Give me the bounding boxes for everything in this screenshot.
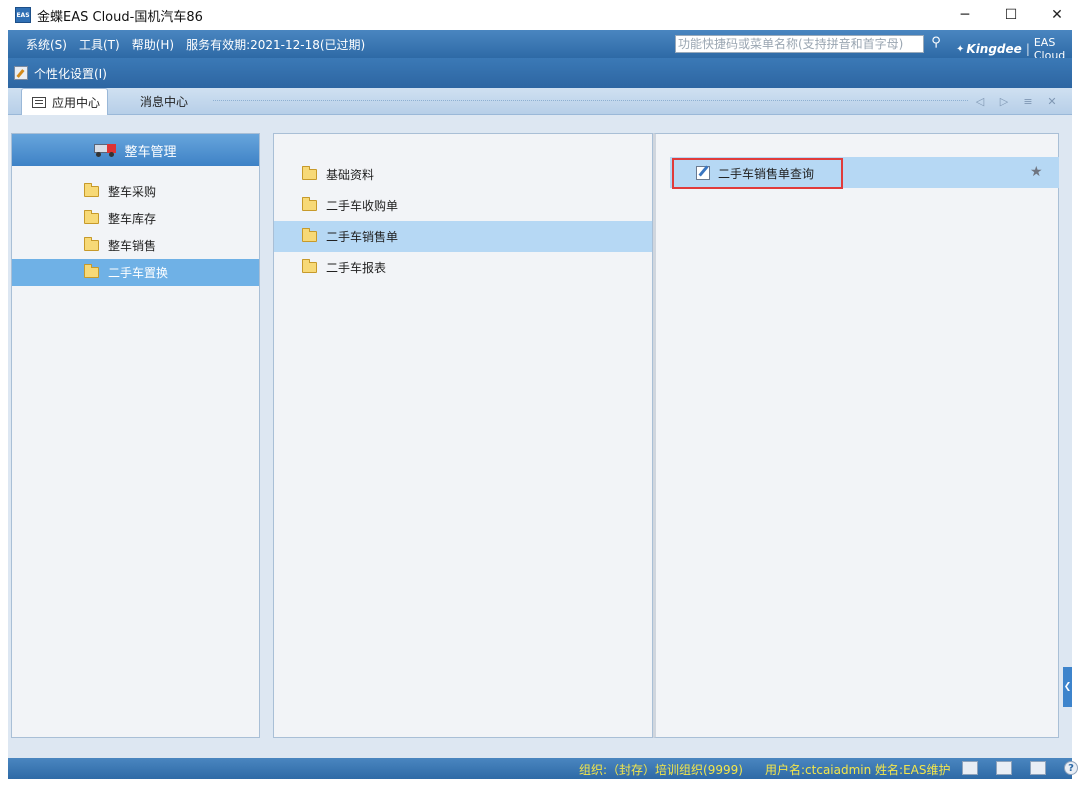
submodule-panel: 基础资料 二手车收购单 二手车销售单 二手车报表 — [273, 133, 653, 738]
window-bottom-border — [0, 779, 1080, 786]
personalize-settings-link[interactable]: 个性化设置(I) — [34, 65, 107, 82]
service-validity: 服务有效期:2021-12-18(已过期) — [186, 37, 366, 52]
submodule-item-used-car-purchase[interactable]: 二手车收购单 — [274, 190, 652, 221]
truck-icon — [94, 143, 117, 157]
submodule-item-label: 二手车报表 — [326, 261, 387, 275]
submodule-item-label: 二手车收购单 — [326, 199, 399, 213]
brand-separator: | — [1025, 42, 1030, 56]
module-item-label: 整车库存 — [108, 212, 157, 226]
menu-tools[interactable]: 工具(T) — [79, 36, 120, 53]
function-item-label: 二手车销售单查询 — [718, 166, 815, 181]
module-header[interactable]: 整车管理 — [12, 134, 259, 166]
function-panel: 二手车销售单查询 ★ — [653, 133, 1059, 738]
submodule-item-used-car-report[interactable]: 二手车报表 — [274, 252, 652, 283]
function-item-used-car-sales-query[interactable]: 二手车销售单查询 — [696, 164, 814, 182]
window-title: 金蝶EAS Cloud-国机汽车86 — [37, 9, 203, 25]
edit-document-icon — [696, 166, 710, 180]
menu-help[interactable]: 帮助(H) — [132, 36, 174, 53]
personalize-bar: 个性化设置(I) — [8, 58, 1072, 88]
folder-icon — [84, 237, 99, 251]
folder-icon — [302, 228, 317, 242]
window-controls: ─ ☐ ✕ — [942, 0, 1080, 30]
tab-prev-icon[interactable]: ◁ — [968, 95, 992, 108]
tab-label: 应用中心 — [52, 95, 101, 110]
maximize-button[interactable]: ☐ — [988, 0, 1034, 30]
search-icon[interactable]: ⚲ — [928, 35, 944, 53]
module-item-label: 整车采购 — [108, 185, 157, 199]
tab-app-center[interactable]: 应用中心 — [21, 88, 108, 115]
keyboard-icon[interactable] — [1030, 761, 1046, 775]
function-search-input[interactable]: 功能快捷码或菜单名称(支持拼音和首字母) — [675, 35, 924, 53]
status-bar: 组织:（封存）培训组织(9999) 用户名:ctcaiadmin 姓名:EAS维… — [8, 758, 1078, 779]
app-icon: EAS — [15, 7, 31, 23]
menu-bar: 系统(S) 工具(T) 帮助(H) 服务有效期:2021-12-18(已过期) … — [8, 30, 1072, 62]
status-icons: ? — [962, 761, 1078, 775]
module-list: 整车采购 整车库存 整车销售 二手车置换 — [12, 166, 259, 286]
brand-name: Kingdee — [966, 42, 1022, 56]
folder-icon — [84, 183, 99, 197]
module-item-vehicle-inventory[interactable]: 整车库存 — [12, 205, 259, 232]
module-item-used-car-exchange[interactable]: 二手车置换 — [12, 259, 259, 286]
tab-message-center[interactable]: 消息中心 — [138, 88, 188, 115]
app-center-content: 整车管理 整车采购 整车库存 整车销售 二手车置换 基础资料 二手车收购单 二手… — [8, 115, 1072, 758]
document-icon[interactable] — [996, 761, 1012, 775]
menu-system[interactable]: 系统(S) — [26, 36, 67, 53]
module-panel: 整车管理 整车采购 整车库存 整车销售 二手车置换 — [11, 133, 260, 738]
folder-icon — [84, 264, 99, 278]
module-item-vehicle-sales[interactable]: 整车销售 — [12, 232, 259, 259]
folder-icon — [302, 259, 317, 273]
module-title: 整车管理 — [124, 144, 177, 160]
tab-list-icon[interactable]: ≡ — [1016, 95, 1040, 108]
submodule-item-used-car-sales[interactable]: 二手车销售单 — [274, 221, 652, 252]
module-item-label: 二手车置换 — [108, 266, 169, 280]
title-bar: EAS 金蝶EAS Cloud-国机汽车86 ─ ☐ ✕ — [0, 0, 1080, 30]
tab-controls: ◁ ▷ ≡ ✕ — [968, 88, 1064, 115]
tab-close-icon[interactable]: ✕ — [1040, 95, 1064, 108]
help-icon[interactable]: ? — [1064, 761, 1078, 775]
settings-edit-icon[interactable] — [14, 66, 28, 80]
favorite-star-icon[interactable]: ★ — [1030, 164, 1043, 180]
folder-icon — [302, 166, 317, 180]
tab-label: 消息中心 — [140, 95, 189, 109]
minimize-button[interactable]: ─ — [942, 0, 988, 30]
status-user: 用户名:ctcaiadmin 姓名:EAS维护 — [765, 763, 951, 777]
module-item-vehicle-purchase[interactable]: 整车采购 — [12, 178, 259, 205]
tab-bar: 应用中心 消息中心 ◁ ▷ ≡ ✕ — [8, 88, 1072, 115]
status-org: 组织:（封存）培训组织(9999) — [579, 763, 743, 777]
submodule-item-label: 基础资料 — [326, 168, 375, 182]
folder-icon — [84, 210, 99, 224]
tab-divider — [213, 100, 968, 102]
list-view-icon[interactable] — [962, 761, 978, 775]
kingdee-logo-icon: ✦ — [956, 44, 965, 55]
tab-next-icon[interactable]: ▷ — [992, 95, 1016, 108]
module-item-label: 整车销售 — [108, 239, 157, 253]
folder-icon — [302, 197, 317, 211]
app-center-icon — [32, 96, 46, 108]
collapse-handle-icon[interactable]: ❮ — [1063, 667, 1072, 707]
submodule-list: 基础资料 二手车收购单 二手车销售单 二手车报表 — [274, 134, 652, 283]
submodule-item-basic-data[interactable]: 基础资料 — [274, 159, 652, 190]
submodule-item-label: 二手车销售单 — [326, 230, 399, 244]
close-button[interactable]: ✕ — [1034, 0, 1080, 30]
